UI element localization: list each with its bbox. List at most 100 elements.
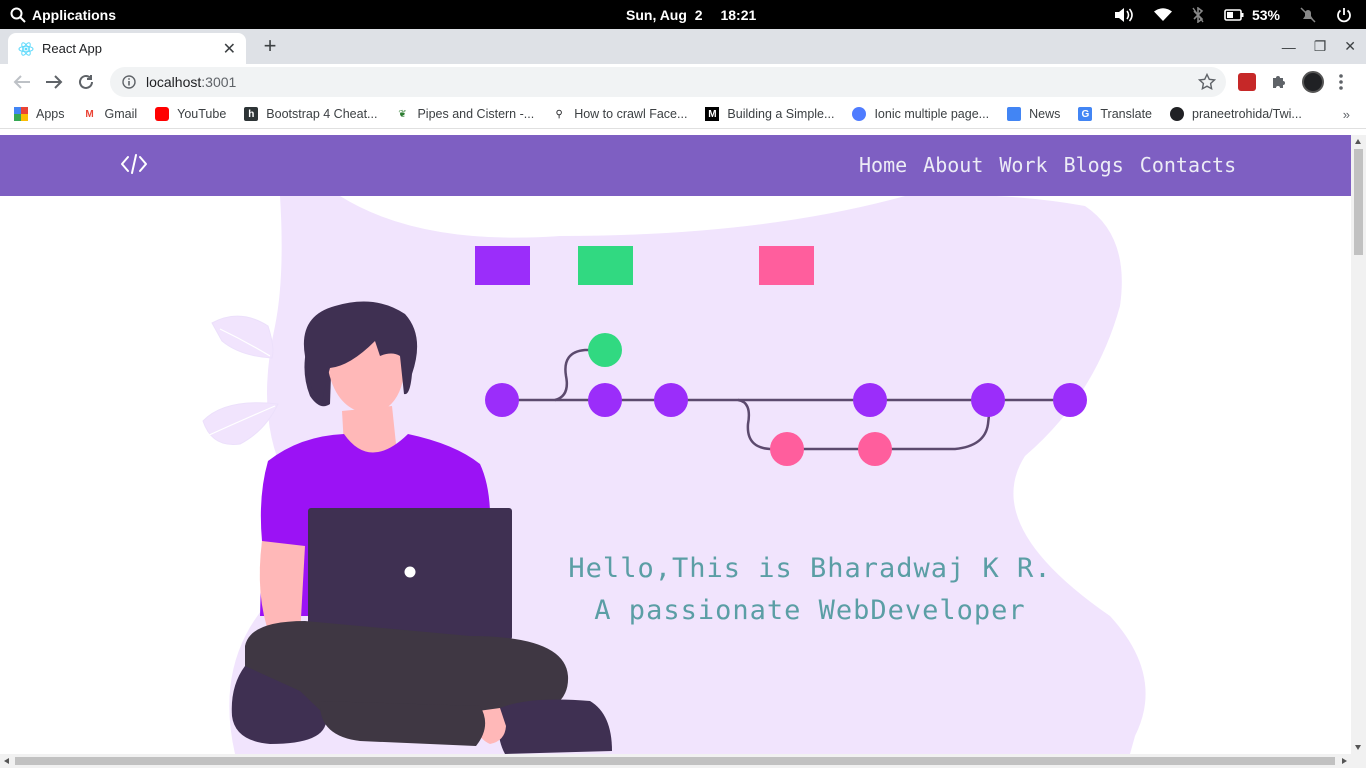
logo-code-icon[interactable] [120,153,148,180]
clock[interactable]: Sun, Aug 2 18:21 [626,0,756,29]
bookmark-item[interactable]: News [1007,107,1060,121]
avatar[interactable] [1302,71,1324,93]
commit-dot [971,383,1005,417]
bookmark-label: How to crawl Face... [574,107,688,121]
tab-react-app[interactable]: React App ✕ [8,33,246,64]
vertical-scrollbar[interactable] [1351,135,1366,754]
back-button[interactable] [10,70,34,94]
bootstrap-icon: h [244,107,259,121]
commit-dot [654,383,688,417]
wifi-icon [1153,7,1172,21]
bookmark-item[interactable]: h Bootstrap 4 Cheat... [244,107,377,121]
bookmark-item[interactable]: M Gmail [83,107,137,121]
tab-title: React App [42,41,102,56]
bookmark-label: YouTube [177,107,227,121]
bookmark-label: Ionic multiple page... [874,107,990,121]
window-controls: — ❐ ✕ [1282,29,1356,64]
bookmark-item[interactable]: ❦ Pipes and Cistern -... [395,107,534,121]
nav-blogs[interactable]: Blogs [1064,153,1124,177]
gmail-icon: M [85,108,94,120]
leaf-icon: ❦ [398,108,407,120]
address-bar[interactable]: localhost:3001 [110,67,1226,97]
power-icon [1337,7,1351,22]
system-top-bar: Applications Sun, Aug 2 18:21 53% [0,0,1366,29]
commit-dot [485,383,519,417]
info-icon [122,75,136,89]
youtube-icon [155,107,170,121]
purple-square [475,246,530,285]
reload-icon [79,74,93,89]
scroll-up-icon[interactable] [1355,139,1361,144]
nav-about[interactable]: About [923,153,983,177]
medium-icon: M [705,107,720,121]
leaf-icon [202,315,279,446]
forward-arrow-icon [46,75,63,89]
scroll-left-icon[interactable] [4,757,9,764]
page-viewport: Home About Work Blogs Contacts Hello,Thi… [0,135,1351,754]
bookmark-item[interactable]: Apps [14,107,65,121]
laptop-logo [404,566,416,578]
nav-contacts[interactable]: Contacts [1140,153,1236,177]
commit-dot [588,383,622,417]
commit-dot [1053,383,1087,417]
bookmark-item[interactable]: praneetrohida/Twi... [1170,107,1302,121]
restore-icon[interactable]: ❐ [1314,38,1327,55]
vertical-scroll-thumb[interactable] [1354,149,1363,255]
bookmark-item[interactable]: ⚲ How to crawl Face... [552,107,688,121]
site-navbar: Home About Work Blogs Contacts [0,135,1351,196]
green-square [578,246,633,285]
forward-button[interactable] [42,70,66,94]
minimize-icon[interactable]: — [1282,39,1296,55]
search-icon [10,7,26,23]
hero-section: Hello,This is Bharadwaj K R. A passionat… [0,196,1351,754]
extension-icon[interactable] [1238,73,1256,91]
date-text: Sun, Aug 2 [626,6,703,23]
notifications-off-icon [1300,6,1316,23]
bookmark-item[interactable]: M Building a Simple... [705,107,834,121]
bookmark-item[interactable]: YouTube [155,107,226,121]
close-tab-icon[interactable]: ✕ [223,39,236,59]
bookmark-item[interactable]: G Translate [1078,107,1152,121]
scroll-right-icon[interactable] [1342,757,1347,764]
applications-label: Applications [32,6,117,23]
nav-home[interactable]: Home [859,153,907,177]
back-arrow-icon [13,75,30,89]
system-tray[interactable]: 53% [1114,0,1352,29]
browser-toolbar: localhost:3001 [0,64,1366,100]
bookmark-label: News [1029,107,1061,121]
scroll-down-icon[interactable] [1355,745,1361,750]
url-host: localhost [146,74,202,90]
applications-menu[interactable]: Applications [10,0,116,29]
hero-illustration [202,196,1146,754]
url-port: :3001 [201,74,237,90]
nav-work[interactable]: Work [999,153,1047,177]
react-icon [18,41,34,56]
bookmark-label: Apps [36,107,65,121]
tab-strip: React App ✕ + — ❐ ✕ [0,29,1366,64]
bookmark-star-icon[interactable] [1198,73,1216,91]
reload-button[interactable] [74,70,98,94]
ionic-icon [852,107,867,121]
close-window-icon[interactable]: ✕ [1344,38,1356,55]
hero-line-1: Hello,This is Bharadwaj K R. [568,553,1052,584]
bluetooth-off-icon [1192,6,1204,23]
new-tab-button[interactable]: + [258,33,282,59]
commit-dot-green [588,333,622,367]
bookmark-item[interactable]: Ionic multiple page... [852,107,989,121]
bookmark-label: Bootstrap 4 Cheat... [266,107,378,121]
puzzle-icon[interactable] [1270,73,1288,91]
menu-dots-icon[interactable] [1338,73,1344,91]
battery-percent: 53% [1251,6,1280,23]
horizontal-scroll-thumb[interactable] [15,757,1335,765]
commit-dot [853,383,887,417]
extensions-area [1238,71,1344,93]
apps-grid-icon [14,107,28,121]
bookmark-label: Pipes and Cistern -... [417,107,535,121]
nav-links: Home About Work Blogs Contacts [859,153,1236,177]
horizontal-scrollbar[interactable] [0,754,1366,768]
commit-dot-pink [858,432,892,466]
search-icon: ⚲ [555,108,563,120]
hero-greeting: Hello,This is Bharadwaj K R. A passionat… [540,548,1080,632]
bookmarks-more-icon[interactable]: » [1343,107,1350,122]
battery-icon [1224,8,1244,21]
